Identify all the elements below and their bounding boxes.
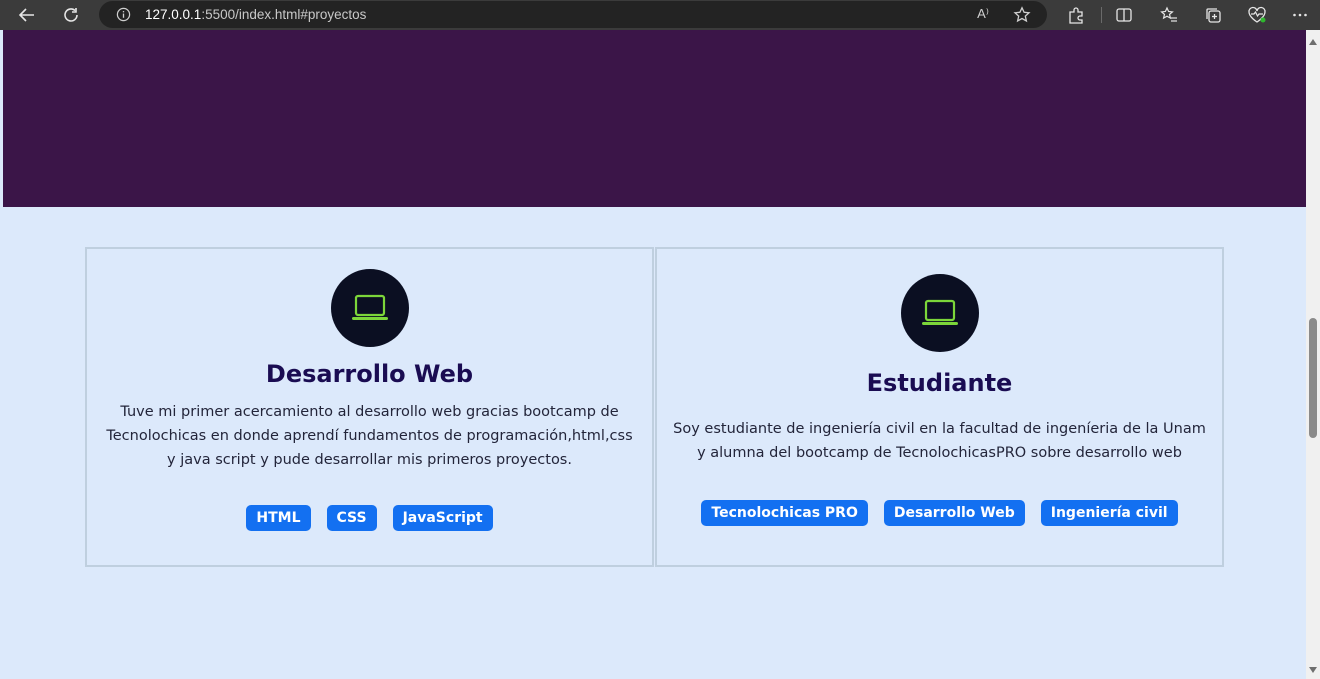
back-button[interactable] (13, 1, 41, 29)
favorites-icon[interactable] (1159, 5, 1179, 25)
tag-javascript[interactable]: JavaScript (392, 505, 493, 531)
favorite-star-icon[interactable] (1013, 6, 1031, 24)
info-icon[interactable] (115, 7, 131, 23)
page-scrollbar[interactable] (1306, 30, 1320, 679)
refresh-icon (64, 8, 78, 22)
tag-list: HTML CSS JavaScript (246, 505, 493, 531)
url-host: 127.0.0.1 (145, 7, 202, 22)
tag-html[interactable]: HTML (246, 505, 311, 531)
card-description: Soy estudiante de ingeniería civil en la… (673, 421, 1206, 461)
arrow-left-icon (18, 8, 34, 22)
project-card-estudiante: Estudiante Soy estudiante de ingeniería … (655, 247, 1224, 567)
address-bar[interactable]: 127.0.0.1:5500/index.html#proyectos A⁾ (99, 1, 1047, 28)
card-title: Estudiante (866, 369, 1013, 397)
browser-essentials-icon[interactable] (1247, 5, 1267, 25)
scroll-up-arrow-icon[interactable] (1309, 39, 1317, 45)
reload-button[interactable] (57, 1, 85, 29)
tag-desarrollo-web[interactable]: Desarrollo Web (883, 500, 1025, 526)
url-path: :5500/index.html#proyectos (201, 7, 367, 22)
toolbar-divider (1101, 7, 1102, 23)
scrollbar-thumb[interactable] (1309, 318, 1317, 438)
tag-list: Tecnolochicas PRO Desarrollo Web Ingenie… (701, 500, 1178, 526)
laptop-icon (351, 294, 388, 320)
laptop-icon-circle (900, 274, 979, 352)
laptop-icon-circle (330, 269, 409, 347)
tag-ingenieria-civil[interactable]: Ingeniería civil (1040, 500, 1178, 526)
collections-icon[interactable] (1203, 5, 1223, 25)
tag-css[interactable]: CSS (326, 505, 377, 531)
more-menu-icon[interactable] (1290, 5, 1310, 25)
browser-toolbar: 127.0.0.1:5500/index.html#proyectos A⁾ (0, 0, 1320, 30)
scroll-down-arrow-icon[interactable] (1309, 667, 1317, 673)
extensions-icon[interactable] (1066, 5, 1086, 25)
tag-tecnolochicas-pro[interactable]: Tecnolochicas PRO (701, 500, 868, 526)
card-title: Desarrollo Web (265, 360, 474, 388)
split-screen-icon[interactable] (1114, 5, 1134, 25)
laptop-icon (921, 299, 958, 325)
card-description: Tuve mi primer acercamiento al desarroll… (106, 404, 633, 468)
project-card-desarrollo-web: Desarrollo Web Tuve mi primer acercamien… (85, 247, 654, 567)
url-text[interactable]: 127.0.0.1:5500/index.html#proyectos (145, 7, 366, 22)
hero-section (3, 30, 1306, 207)
read-aloud-icon[interactable]: A⁾ (977, 6, 989, 22)
